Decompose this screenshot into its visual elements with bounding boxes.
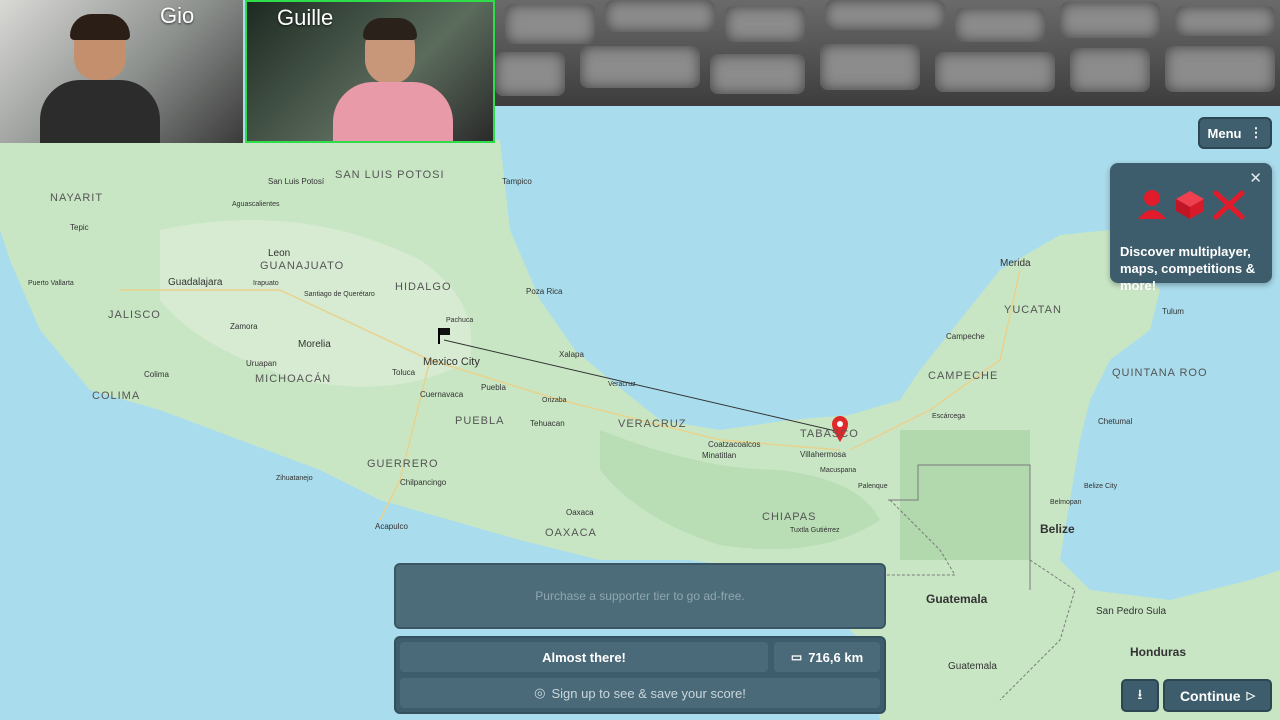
map-label: QUINTANA ROO xyxy=(1112,367,1208,379)
city-label: Oaxaca xyxy=(566,508,594,517)
signup-button[interactable]: ◎ Sign up to see & save your score! xyxy=(400,678,880,708)
city-label: San Pedro Sula xyxy=(1096,606,1166,617)
map-label: SAN LUIS POTOSI xyxy=(335,169,445,181)
city-label: Guadalajara xyxy=(168,277,223,288)
city-label: Pachuca xyxy=(446,317,473,324)
map-label: GUANAJUATO xyxy=(260,260,344,272)
city-label: Aguascalientes xyxy=(232,201,280,208)
distance-badge: ▭ 716,6 km xyxy=(774,642,880,672)
avatar xyxy=(40,14,160,143)
distance-value: 716,6 km xyxy=(808,649,864,665)
country-label: Guatemala xyxy=(926,592,988,606)
city-label: Santiago de Querétaro xyxy=(304,291,375,298)
map-label: OAXACA xyxy=(545,527,597,539)
video-feed-guille: Guille xyxy=(245,0,495,143)
city-label: Leon xyxy=(268,248,290,259)
city-label: Tuxtla Gutiérrez xyxy=(790,527,840,534)
city-label: Acapulco xyxy=(375,522,408,531)
city-label: Tehuacan xyxy=(530,419,565,428)
result-status-text: Almost there! xyxy=(542,649,626,665)
box-icon xyxy=(1176,191,1204,219)
map-label: VERACRUZ xyxy=(618,418,687,430)
city-label: Chetumal xyxy=(1098,417,1132,426)
map-label: TABASCO xyxy=(800,428,859,440)
avatar xyxy=(333,18,453,141)
participant-name: Guille xyxy=(277,5,334,30)
city-label: Tepic xyxy=(70,223,89,232)
city-label: Uruapan xyxy=(246,359,277,368)
menu-label: Menu xyxy=(1207,125,1242,141)
city-label: San Luis Potosí xyxy=(268,177,325,186)
menu-button[interactable]: Menu ⋮ xyxy=(1198,117,1272,149)
download-icon: ⭳ xyxy=(1137,685,1143,702)
result-panel: Almost there! ▭ 716,6 km ◎ Sign up to se… xyxy=(394,636,886,714)
background-banner xyxy=(495,0,1280,106)
map-label: NAYARIT xyxy=(50,192,103,204)
map-label: HIDALGO xyxy=(395,281,452,293)
city-label: Belize City xyxy=(1084,483,1118,490)
city-label: Minatitlan xyxy=(702,451,736,460)
continue-controls: ⭳ Continue ▷ xyxy=(1121,679,1272,714)
video-feed-gio: Gio xyxy=(0,0,243,143)
result-status: Almost there! xyxy=(400,642,768,672)
ruler-icon: ▭ xyxy=(790,650,803,664)
city-label: Merida xyxy=(1000,258,1031,269)
map-label: MICHOACÁN xyxy=(255,372,331,385)
map-label: YUCATAN xyxy=(1004,304,1062,316)
city-label: Poza Rica xyxy=(526,287,563,296)
close-icon[interactable]: ✕ xyxy=(1249,169,1262,187)
map-label: CAMPECHE xyxy=(928,370,998,382)
city-label: Colima xyxy=(144,370,169,379)
country-label: Honduras xyxy=(1130,645,1186,659)
city-label: Coatzacoalcos xyxy=(708,440,760,449)
ad-panel[interactable]: Purchase a supporter tier to go ad-free. xyxy=(394,563,886,629)
city-label: Zihuatanejo xyxy=(276,475,313,482)
city-label: Veracruz xyxy=(608,381,636,388)
promo-text: Discover multiplayer, maps, competitions… xyxy=(1120,244,1256,293)
city-label: Chilpancingo xyxy=(400,478,447,487)
city-label: Morelia xyxy=(298,339,331,350)
map-label: JALISCO xyxy=(108,309,161,321)
signup-text: Sign up to see & save your score! xyxy=(551,685,746,701)
map-label: COLIMA xyxy=(92,390,140,402)
city-label: Puebla xyxy=(481,383,506,392)
continue-label: Continue xyxy=(1179,687,1241,704)
city-label: Belmopan xyxy=(1050,499,1082,506)
city-label: Zamora xyxy=(230,322,258,331)
promo-icons xyxy=(1138,190,1245,220)
promo-card[interactable]: ✕ Discover multiplayer, maps, competitio… xyxy=(1110,163,1272,293)
continue-button[interactable]: Continue ▷ xyxy=(1163,679,1272,712)
city-label: Palenque xyxy=(858,483,888,490)
map-label: PUEBLA xyxy=(455,415,504,427)
city-label: Guatemala xyxy=(948,661,997,672)
ad-text: Purchase a supporter tier to go ad-free. xyxy=(535,589,745,603)
country-label: Belize xyxy=(1040,522,1075,536)
city-label: Villahermosa xyxy=(800,450,847,459)
play-icon: ▷ xyxy=(1246,690,1256,702)
city-label: Macuspana xyxy=(820,467,856,474)
city-label: Toluca xyxy=(392,368,416,377)
city-label: Puerto Vallarta xyxy=(28,280,74,287)
city-label: Irapuato xyxy=(253,280,279,287)
user-circle-icon: ◎ xyxy=(534,685,546,700)
crossed-swords-icon xyxy=(1213,190,1245,220)
city-label: Orizaba xyxy=(542,397,567,404)
city-label: Tulum xyxy=(1162,307,1184,316)
city-label: Tampico xyxy=(502,177,532,186)
person-icon xyxy=(1138,190,1166,219)
more-vertical-icon: ⋮ xyxy=(1249,125,1263,140)
city-label: Cuernavaca xyxy=(420,390,464,399)
participant-name: Gio xyxy=(160,3,195,28)
map-label: CHIAPAS xyxy=(762,511,816,523)
city-label: Escárcega xyxy=(932,413,965,420)
map-label: GUERRERO xyxy=(367,458,439,470)
city-label: Mexico City xyxy=(423,356,480,368)
city-label: Xalapa xyxy=(559,350,584,359)
city-label: Campeche xyxy=(946,332,985,341)
download-button[interactable]: ⭳ xyxy=(1121,679,1159,712)
